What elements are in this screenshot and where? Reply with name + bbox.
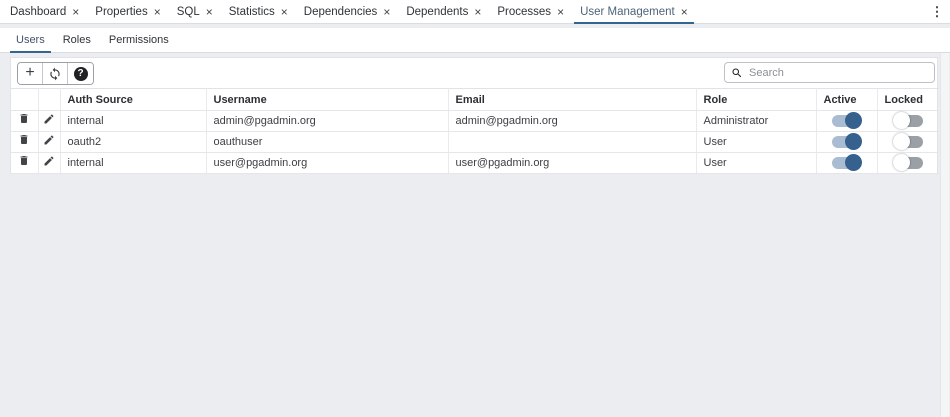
trash-icon — [18, 113, 30, 128]
tab-user-management[interactable]: User Management × — [572, 0, 696, 23]
toggle-knob — [893, 112, 910, 129]
delete-row-button[interactable] — [18, 112, 30, 125]
close-icon[interactable]: × — [474, 6, 481, 18]
active-toggle[interactable] — [831, 112, 862, 130]
pencil-icon — [43, 134, 55, 149]
col-auth-source: Auth Source — [60, 89, 206, 111]
auth-source-cell[interactable]: internal — [60, 111, 206, 132]
close-icon[interactable]: × — [681, 6, 688, 18]
email-cell[interactable] — [448, 132, 696, 153]
table-row: internal user@pgadmin.org user@pgadmin.o… — [11, 153, 939, 174]
tab-label: Dashboard — [10, 6, 66, 18]
auth-source-cell[interactable]: internal — [60, 153, 206, 174]
tab-dependencies[interactable]: Dependencies × — [296, 0, 399, 23]
tab-label: User Management — [580, 6, 675, 18]
main-tabbar: Dashboard × Properties × SQL × Statistic… — [0, 0, 950, 24]
username-cell[interactable]: user@pgadmin.org — [206, 153, 448, 174]
role-cell[interactable]: Administrator — [696, 111, 816, 132]
locked-toggle[interactable] — [893, 133, 924, 151]
main-tabs: Dashboard × Properties × SQL × Statistic… — [2, 0, 924, 23]
active-toggle[interactable] — [831, 154, 862, 172]
kebab-menu-icon[interactable]: ⋮ — [924, 0, 950, 23]
scrollbar-gutter[interactable] — [940, 53, 949, 417]
tab-label: SQL — [177, 6, 200, 18]
close-icon[interactable]: × — [72, 6, 79, 18]
username-cell[interactable]: oauthuser — [206, 132, 448, 153]
refresh-button[interactable] — [43, 63, 68, 84]
role-cell[interactable]: User — [696, 132, 816, 153]
table-row: oauth2 oauthuser User — [11, 132, 939, 153]
tab-roles[interactable]: Roles — [54, 28, 100, 52]
delete-row-button[interactable] — [18, 154, 30, 167]
tab-label: Dependencies — [304, 6, 378, 18]
tab-statistics[interactable]: Statistics × — [221, 0, 296, 23]
email-cell[interactable]: user@pgadmin.org — [448, 153, 696, 174]
help-button[interactable]: ? — [68, 63, 93, 84]
users-table: Auth Source Username Email Role Active L… — [11, 88, 939, 174]
col-email: Email — [448, 89, 696, 111]
col-username: Username — [206, 89, 448, 111]
tab-permissions[interactable]: Permissions — [100, 28, 178, 52]
users-toolbar: + ? — [11, 58, 937, 88]
tab-label: Processes — [497, 6, 551, 18]
search-icon — [731, 67, 743, 79]
active-toggle[interactable] — [831, 133, 862, 151]
tab-sql[interactable]: SQL × — [169, 0, 221, 23]
col-locked: Locked — [877, 89, 939, 111]
search-box — [724, 62, 935, 83]
help-icon: ? — [74, 67, 88, 81]
locked-toggle[interactable] — [893, 112, 924, 130]
close-icon[interactable]: × — [206, 6, 213, 18]
search-input[interactable] — [749, 67, 928, 79]
col-active: Active — [816, 89, 877, 111]
tab-dashboard[interactable]: Dashboard × — [2, 0, 87, 23]
tab-dependents[interactable]: Dependents × — [398, 0, 489, 23]
edit-row-button[interactable] — [43, 155, 55, 167]
toolbar-button-group: + ? — [17, 62, 94, 85]
close-icon[interactable]: × — [557, 6, 564, 18]
plus-icon: + — [25, 65, 34, 81]
close-icon[interactable]: × — [383, 6, 390, 18]
trash-icon — [18, 155, 30, 170]
edit-row-button[interactable] — [43, 134, 55, 146]
auth-source-cell[interactable]: oauth2 — [60, 132, 206, 153]
edit-row-button[interactable] — [43, 113, 55, 125]
add-user-button[interactable]: + — [18, 63, 43, 84]
tab-properties[interactable]: Properties × — [87, 0, 168, 23]
subtabbar: Users Roles Permissions — [0, 28, 950, 53]
users-panel: + ? — [10, 57, 938, 174]
trash-icon — [18, 134, 30, 149]
email-cell[interactable]: admin@pgadmin.org — [448, 111, 696, 132]
col-edit — [38, 89, 60, 111]
tab-label: Dependents — [406, 6, 468, 18]
delete-row-button[interactable] — [18, 133, 30, 146]
close-icon[interactable]: × — [281, 6, 288, 18]
refresh-icon — [48, 67, 62, 81]
table-row: internal admin@pgadmin.org admin@pgadmin… — [11, 111, 939, 132]
pencil-icon — [43, 113, 55, 128]
tab-processes[interactable]: Processes × — [489, 0, 572, 23]
toggle-knob — [845, 112, 862, 129]
locked-toggle[interactable] — [893, 154, 924, 172]
close-icon[interactable]: × — [154, 6, 161, 18]
tab-label: Properties — [95, 6, 147, 18]
table-header-row: Auth Source Username Email Role Active L… — [11, 89, 939, 111]
col-role: Role — [696, 89, 816, 111]
col-delete — [11, 89, 38, 111]
username-cell[interactable]: admin@pgadmin.org — [206, 111, 448, 132]
tab-users[interactable]: Users — [7, 28, 54, 52]
toggle-knob — [893, 154, 910, 171]
pencil-icon — [43, 155, 55, 170]
user-management-panel: Dashboard × Properties × SQL × Statistic… — [0, 0, 950, 417]
toggle-knob — [845, 154, 862, 171]
role-cell[interactable]: User — [696, 153, 816, 174]
toggle-knob — [893, 133, 910, 150]
tab-label: Statistics — [229, 6, 275, 18]
toggle-knob — [845, 133, 862, 150]
